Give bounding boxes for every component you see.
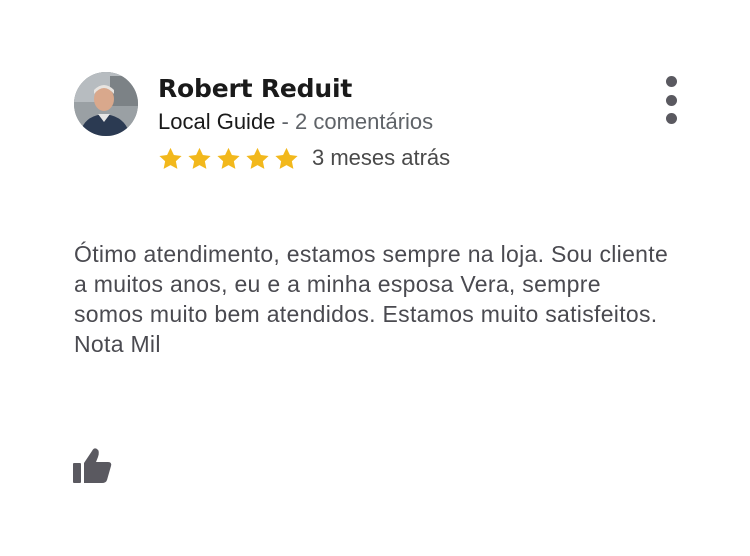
review-date: 3 meses atrás (312, 145, 451, 170)
star-icon (159, 147, 182, 169)
avatar-image (74, 72, 138, 136)
more-vertical-icon (665, 113, 677, 124)
more-vertical-icon (665, 76, 677, 87)
more-options-button[interactable] (656, 72, 686, 128)
avatar[interactable] (74, 72, 138, 136)
local-guide-badge: Local Guide (158, 109, 276, 134)
thumbs-up-icon (73, 448, 112, 483)
star-rating (156, 145, 301, 173)
review-text: Ótimo atendimento, estamos sempre na loj… (74, 241, 669, 357)
meta-separator: - (275, 109, 295, 134)
more-vertical-icon (665, 94, 677, 106)
like-button[interactable] (72, 446, 114, 486)
star-icon (246, 147, 269, 169)
star-icon (275, 147, 298, 169)
author-meta: Local Guide - 2 comentários (158, 108, 433, 136)
star-icon (217, 147, 240, 169)
author-name[interactable]: Robert Reduit (158, 72, 352, 106)
star-icon (188, 147, 211, 169)
comment-count: 2 comentários (294, 109, 434, 134)
review-card: Robert Reduit Local Guide - 2 comentário… (0, 0, 750, 556)
